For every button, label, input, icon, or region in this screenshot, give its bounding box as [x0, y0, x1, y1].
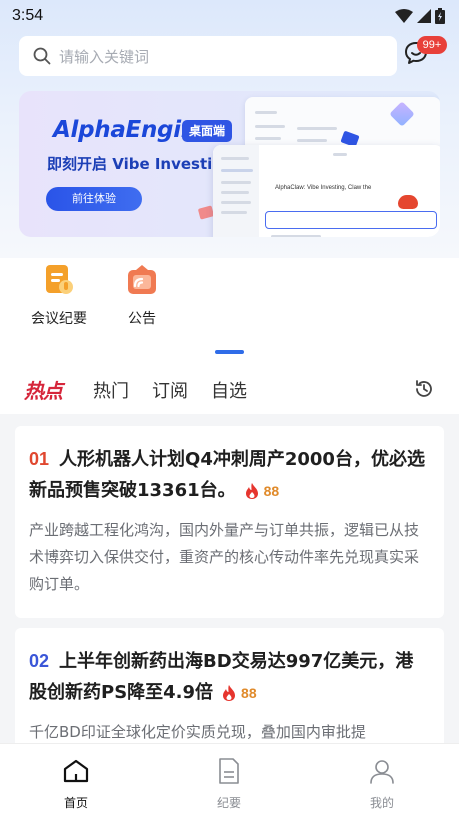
tab-subscribed[interactable]: 订阅 [152, 377, 188, 403]
battery-icon [435, 8, 445, 24]
search-placeholder: 请输入关键词 [59, 48, 150, 66]
search-icon [33, 47, 51, 65]
shortcut-meeting-notes[interactable]: 会议纪要 [19, 258, 99, 328]
fire-icon [245, 483, 258, 499]
fire-icon [223, 685, 236, 701]
nav-profile[interactable]: 我的 [352, 757, 412, 811]
banner-flag-icon [197, 205, 215, 220]
news-card-summary: 产业跨越工程化鸿沟，国内外量产与订单共振，逻辑已从技术博弈切入保供交付，重资产的… [29, 520, 420, 593]
tab-popular[interactable]: 热门 [93, 377, 129, 403]
shortcut-panel: 会议纪要 公告 [0, 258, 459, 368]
user-icon [370, 760, 394, 784]
nav-label: 我的 [369, 796, 394, 810]
shortcut-label: 公告 [128, 311, 156, 327]
tab-watchlist[interactable]: 自选 [211, 377, 247, 403]
nav-home[interactable]: 首页 [46, 757, 106, 811]
banner-tag: 桌面端 [182, 120, 233, 142]
shortcut-announcements[interactable]: 公告 [102, 258, 182, 328]
nav-label: 首页 [63, 796, 88, 810]
meeting-notes-icon [42, 263, 76, 297]
heat-score: 88 [263, 482, 280, 499]
news-card[interactable]: 01 人形机器人计划Q4冲刺周产2000台，优必选新品预售突破13361台。 88 … [15, 426, 444, 618]
wifi-icon [395, 9, 413, 23]
news-title-text: 人形机器人计划Q4冲刺周产2000台，优必选新品预售突破13361台。 [29, 449, 425, 501]
news-card-title: 02 上半年创新药出海BD交易达997亿美元，港股创新药PS降至4.9倍 88 [29, 646, 429, 709]
news-card[interactable]: 02 上半年创新药出海BD交易达997亿美元，港股创新药PS降至4.9倍 88 千亿… [15, 628, 444, 754]
heat-indicator: 88 [221, 678, 257, 709]
banner-crab-icon [398, 195, 418, 209]
nav-label: 纪要 [216, 796, 241, 810]
search-input[interactable]: 请输入关键词 [19, 36, 397, 76]
banner-mock-tagline: AlphaClaw: Vibe Investing, Claw the [275, 185, 372, 191]
announcement-icon [125, 263, 159, 297]
banner-mock-input [265, 211, 437, 229]
heat-score: 88 [241, 684, 257, 701]
banner-cta-button[interactable]: 前往体验 [46, 187, 142, 211]
signal-icon [417, 9, 431, 23]
heat-indicator: 88 [244, 476, 280, 507]
news-rank: 02 [29, 651, 50, 671]
home-icon [63, 759, 89, 783]
feed-tabs: 热点 热门 订阅 自选 [0, 368, 459, 414]
history-button[interactable] [413, 378, 435, 400]
status-bar: 3:54 [0, 0, 459, 32]
banner-mock-window-front: AlphaClaw: Vibe Investing, Claw the [213, 145, 440, 237]
shortcut-label: 会议纪要 [31, 311, 87, 327]
news-feed: 01 人形机器人计划Q4冲刺周产2000台，优必选新品预售突破13361台。 88 … [0, 414, 459, 754]
page-indicator [215, 350, 244, 354]
message-count-badge: 99+ [417, 36, 447, 54]
banner-gem-icon [389, 101, 415, 127]
tab-hot[interactable]: 热点 [24, 375, 63, 404]
news-rank: 01 [29, 449, 50, 469]
document-icon [219, 758, 239, 784]
bottom-nav: 首页 纪要 我的 [0, 743, 459, 816]
nav-notes[interactable]: 纪要 [199, 757, 259, 811]
status-icons [395, 8, 445, 24]
history-icon [416, 380, 432, 397]
search-row: 请输入关键词 99+ [19, 36, 449, 76]
promo-banner[interactable]: AlphaEngine 桌面端 即刻开启 Vibe Investing ！ 前往… [19, 91, 440, 237]
news-card-title: 01 人形机器人计划Q4冲刺周产2000台，优必选新品预售突破13361台。 88 [29, 444, 429, 507]
status-time: 3:54 [12, 7, 44, 24]
news-card-summary: 千亿BD印证全球化定价实质兑现，叠加国内审批提 [29, 722, 366, 741]
